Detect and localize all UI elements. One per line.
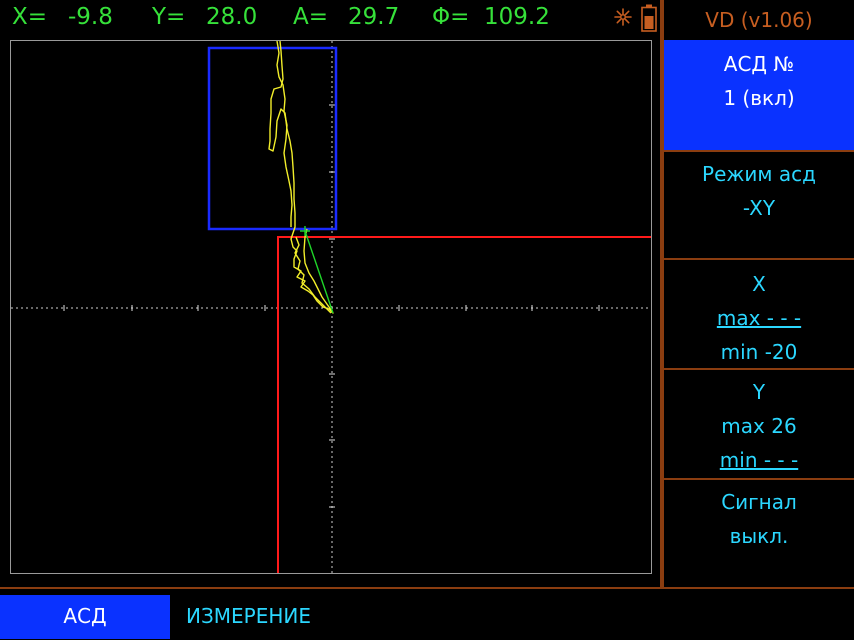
asd-mode-button[interactable]: Режим асд -XY (664, 150, 854, 258)
y-min-value: min - - - (719, 448, 799, 472)
x-value: -9.8 (68, 4, 113, 30)
right-menu-panel: VD (v1.06) АСД № 1 (вкл) Режим асд -XY X… (662, 0, 854, 587)
x-threshold-title: X (752, 272, 766, 296)
tab-asd[interactable]: АСД (0, 595, 170, 639)
signal-value: выкл. (729, 524, 789, 548)
signal-plane-display (10, 40, 652, 574)
asd-number-value: 1 (вкл) (723, 86, 795, 110)
alarm-gate-blue (207, 46, 338, 231)
x-min-value: min -20 (720, 340, 798, 364)
measurement-readout: X= -9.8 Y= 28.0 A= 29.7 Φ= 109.2 (0, 0, 662, 40)
xy-plane-plot (11, 41, 651, 573)
phase-value: 109.2 (484, 4, 550, 30)
asd-mode-value: -XY (742, 196, 776, 220)
firmware-version: VD (v1.06) (705, 8, 813, 32)
bottom-tab-bar: АСД ИЗМЕРЕНИЕ (0, 587, 854, 640)
x-threshold-button[interactable]: X max - - - min -20 (664, 258, 854, 368)
amplitude-value: 29.7 (348, 4, 400, 30)
signal-trace-upper (276, 41, 293, 227)
amplitude-label: A= (293, 4, 329, 30)
y-threshold-title: Y (752, 380, 766, 404)
x-label: X= (12, 4, 48, 30)
flaw-detector-screen: X= -9.8 Y= 28.0 A= 29.7 Φ= 109.2 VD (v1.… (0, 0, 854, 640)
alarm-gate-red (277, 236, 651, 573)
y-value: 28.0 (206, 4, 258, 30)
y-label: Y= (152, 4, 186, 30)
asd-mode-label: Режим асд (702, 162, 816, 186)
x-max-value: max - - - (716, 306, 802, 330)
signal-label: Сигнал (721, 490, 797, 514)
sun-icon (614, 8, 632, 26)
asd-number-label: АСД № (723, 52, 795, 76)
signal-button[interactable]: Сигнал выкл. (664, 478, 854, 587)
y-threshold-button[interactable]: Y max 26 min - - - (664, 368, 854, 478)
y-max-value: max 26 (721, 414, 797, 438)
battery-icon (641, 4, 657, 32)
phase-label: Φ= (432, 4, 470, 30)
tab-measurement[interactable]: ИЗМЕРЕНИЕ (186, 595, 311, 639)
vector-endpoint-marker (300, 226, 310, 236)
asd-number-button[interactable]: АСД № 1 (вкл) (664, 40, 854, 150)
